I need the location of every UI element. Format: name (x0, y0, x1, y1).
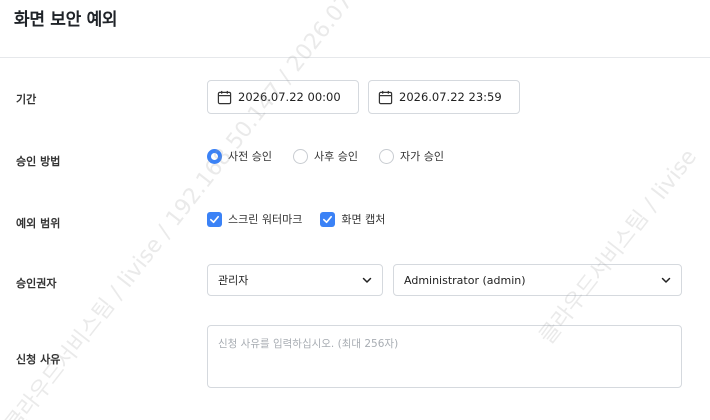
radio-label: 사후 승인 (313, 150, 358, 163)
start-date-input[interactable]: 2026.07.22 00:00 (207, 80, 359, 114)
screen-watermark: 클라우드서비스팀 / livise (534, 144, 702, 350)
end-date-value: 2026.07.22 23:59 (399, 90, 502, 104)
chevron-down-icon (362, 277, 372, 283)
radio-unselected-icon (378, 148, 394, 164)
approver-role-value: 관리자 (218, 274, 249, 287)
radio-unselected-icon (292, 148, 308, 164)
period-label: 기간 (16, 93, 37, 106)
checkmark-icon (320, 211, 336, 227)
approval-method-label: 승인 방법 (16, 155, 61, 168)
checkmark-icon (207, 211, 222, 227)
chevron-down-icon (661, 277, 671, 283)
checkbox-label: 스크린 워터마크 (228, 213, 303, 226)
approver-user-value: Administrator (admin) (404, 273, 526, 287)
calendar-icon (217, 90, 232, 104)
page-title: 화면 보안 예외 (14, 10, 118, 30)
end-date-input[interactable]: 2026.07.22 23:59 (368, 80, 520, 114)
exception-scope-label: 예외 범위 (16, 217, 61, 230)
reason-label: 신청 사유 (16, 353, 61, 366)
radio-label: 자가 승인 (399, 150, 444, 163)
approver-role-select[interactable]: 관리자 (207, 264, 383, 296)
radio-selected-icon (207, 148, 222, 164)
checkbox-screen-watermark[interactable]: 스크린 워터마크 (207, 211, 302, 227)
radio-self-approval[interactable]: 자가 승인 (378, 148, 444, 164)
calendar-icon (378, 90, 393, 104)
radio-label: 사전 승인 (228, 150, 272, 163)
exception-scope-checkbox-group: 스크린 워터마크 화면 캡처 (207, 211, 403, 227)
approval-method-radio-group: 사전 승인 사후 승인 자가 승인 (207, 148, 465, 164)
approver-label: 승인권자 (16, 277, 57, 290)
checkbox-label: 화면 캡처 (341, 213, 386, 226)
radio-post-approval[interactable]: 사후 승인 (292, 148, 358, 164)
start-date-value: 2026.07.22 00:00 (238, 90, 341, 104)
checkbox-screen-capture[interactable]: 화면 캡처 (320, 211, 385, 227)
reason-textarea[interactable] (207, 325, 682, 388)
header: 화면 보안 예외 (0, 0, 710, 58)
radio-pre-approval[interactable]: 사전 승인 (207, 148, 272, 164)
approver-user-select[interactable]: Administrator (admin) (393, 264, 682, 296)
